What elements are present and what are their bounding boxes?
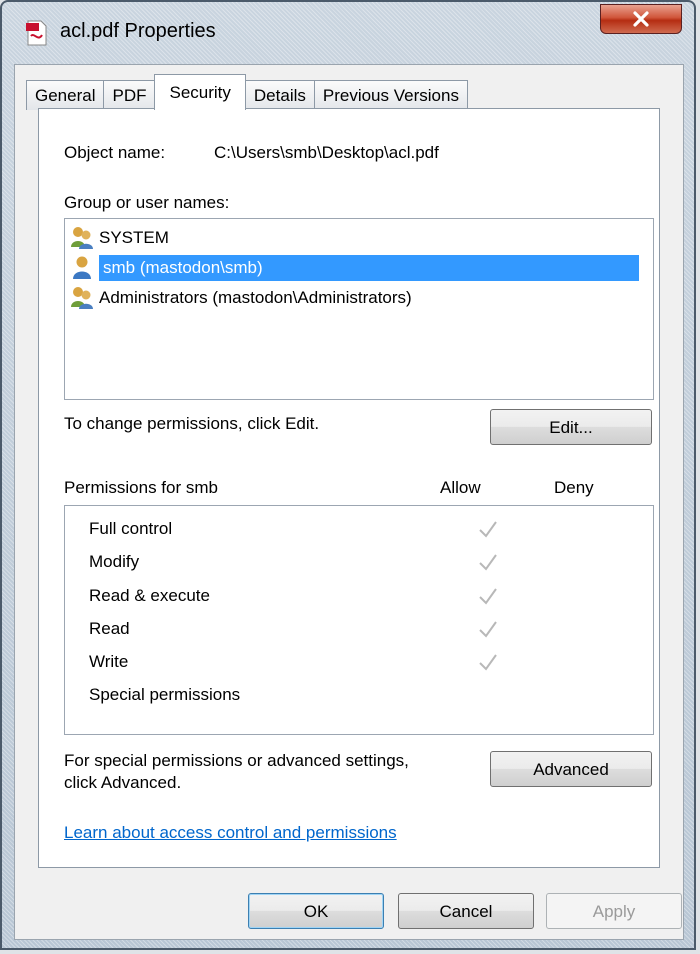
tab-pdf[interactable]: PDF (103, 80, 156, 110)
change-permissions-hint: To change permissions, click Edit. (64, 414, 320, 433)
edit-button[interactable]: Edit... (490, 409, 652, 445)
list-item-smb[interactable]: smb (mastodon\smb) (69, 253, 639, 283)
users-group-icon (71, 227, 93, 249)
ok-button[interactable]: OK (248, 893, 384, 929)
permission-label: Write (89, 652, 129, 671)
tab-previous-versions[interactable]: Previous Versions (313, 80, 468, 110)
permission-label: Special permissions (89, 685, 241, 704)
permission-row: Read (89, 614, 649, 644)
advanced-hint-line2: click Advanced. (64, 773, 182, 792)
permission-row: Modify (89, 547, 649, 577)
learn-about-permissions-link[interactable]: Learn about access control and permissio… (64, 823, 397, 843)
permission-label: Modify (89, 552, 140, 571)
window-title: acl.pdf Properties (60, 20, 216, 42)
tab-strip: General PDF Security Details Previous Ve… (26, 74, 468, 110)
object-name-label: Object name: (64, 143, 166, 162)
tab-general[interactable]: General (26, 80, 105, 110)
user-label: SYSTEM (99, 228, 169, 247)
allow-check-icon (479, 521, 497, 538)
users-group-icon (71, 287, 93, 309)
permission-row: Special permissions (89, 680, 649, 710)
permission-row: Write (89, 647, 649, 677)
permission-row: Full control (89, 514, 649, 544)
tab-details[interactable]: Details (244, 80, 315, 110)
allow-column-header: Allow (440, 478, 481, 497)
allow-check-icon (479, 554, 497, 571)
allow-check-icon (479, 621, 497, 638)
permissions-header: Permissions for smb (64, 478, 218, 497)
list-item-administrators[interactable]: Administrators (mastodon\Administrators) (69, 283, 412, 313)
permission-label: Full control (89, 519, 173, 538)
object-name-value: C:\Users\smb\Desktop\acl.pdf (214, 143, 439, 162)
user-label: Administrators (mastodon\Administrators) (99, 288, 412, 307)
close-icon (633, 11, 649, 27)
user-label: smb (mastodon\smb) (99, 255, 639, 281)
cancel-button[interactable]: Cancel (398, 893, 534, 929)
user-icon (73, 256, 91, 279)
list-item-system[interactable]: SYSTEM (69, 223, 169, 253)
close-button[interactable] (600, 4, 682, 34)
advanced-hint-line1: For special permissions or advanced sett… (64, 751, 409, 770)
permission-row: Read & execute (89, 581, 649, 611)
title-bar[interactable]: acl.pdf Properties (2, 2, 694, 60)
permissions-list: Full control Modify Read & execute Read … (64, 505, 654, 735)
group-user-list[interactable]: SYSTEM smb (mastodon\smb) Administrators… (64, 218, 654, 400)
apply-button[interactable]: Apply (546, 893, 682, 929)
deny-column-header: Deny (554, 478, 594, 497)
pdf-file-icon (26, 20, 47, 46)
permission-label: Read (89, 619, 130, 638)
permission-label: Read & execute (89, 586, 210, 605)
advanced-button[interactable]: Advanced (490, 751, 652, 787)
group-names-label: Group or user names: (64, 193, 230, 212)
allow-check-icon (479, 654, 497, 671)
tab-security[interactable]: Security (154, 74, 246, 110)
allow-check-icon (479, 588, 497, 605)
